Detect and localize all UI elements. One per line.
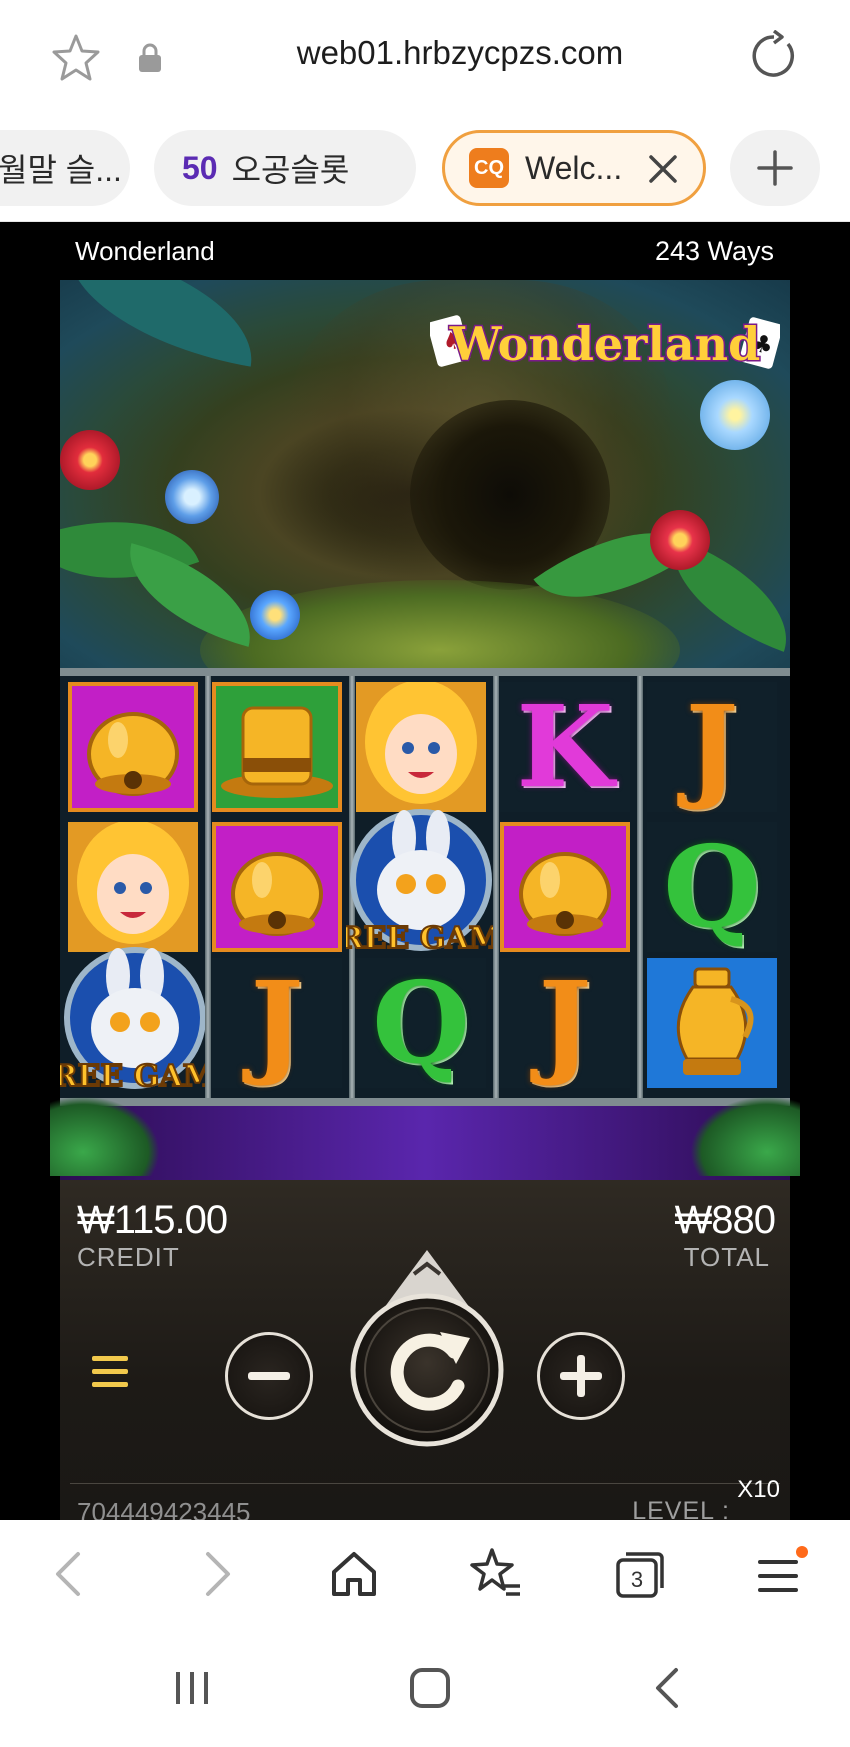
- reel-grid: FREE GAME J: [60, 668, 790, 1106]
- forest-scene: ♠ ♣ Wonderland: [60, 280, 790, 668]
- address-bar: web01.hrbzycpzs.com: [0, 0, 850, 118]
- svg-text:FREE GAME: FREE GAME: [346, 921, 496, 956]
- leaf: [690, 1096, 800, 1176]
- tab-badge: 50: [182, 149, 218, 186]
- k-symbol: K: [500, 682, 630, 813]
- golden-vase-symbol: [647, 958, 777, 1088]
- top-hat-symbol: [212, 682, 342, 812]
- bookmarks-icon[interactable]: [468, 1546, 524, 1602]
- total-label: TOTAL: [683, 1242, 770, 1272]
- home-button-icon[interactable]: [406, 1664, 454, 1712]
- increase-bet-button[interactable]: [537, 1332, 625, 1420]
- decrease-bet-button[interactable]: [225, 1332, 313, 1420]
- new-tab-button[interactable]: [730, 130, 820, 206]
- alice-symbol: [356, 682, 486, 812]
- plus-icon: [757, 150, 793, 186]
- golden-vase-icon: [676, 967, 754, 1075]
- white-rabbit-icon: FREE GAME: [60, 947, 210, 1095]
- tab-label: 오공슬롯: [231, 152, 350, 188]
- reel-divider: [205, 676, 211, 1098]
- rabbit-free-game-symbol: FREE GAME: [60, 946, 210, 1096]
- reel-divider: [493, 676, 499, 1098]
- leaf: [60, 280, 267, 367]
- tab-monthly-slot[interactable]: 월말 슬...: [0, 130, 130, 206]
- butterfly: [165, 470, 219, 524]
- leaf: [50, 1096, 160, 1176]
- top-hat-icon: [221, 706, 333, 798]
- tab-strip: 월말 슬... 50 오공슬롯 CQ Welc...: [0, 118, 850, 222]
- svg-text:3: 3: [631, 1567, 643, 1592]
- j-symbol: J: [212, 958, 342, 1089]
- system-back-icon[interactable]: [644, 1664, 692, 1712]
- j-symbol: J: [500, 958, 630, 1089]
- lock-icon: [139, 43, 161, 72]
- bell-symbol: [68, 682, 198, 812]
- game-title: Wonderland: [75, 236, 215, 266]
- reel-divider: [637, 676, 643, 1098]
- system-navigation-bar: [0, 1628, 850, 1747]
- bell-icon: [519, 852, 611, 936]
- q-symbol: Q: [356, 958, 486, 1089]
- tab-label: 월말 슬...: [0, 152, 122, 188]
- rabbit-free-game-symbol: FREE GAME: [346, 808, 496, 958]
- win-message-bar: [50, 1096, 800, 1180]
- white-rabbit-icon: FREE GAME: [346, 809, 496, 957]
- tab-ogong-slot[interactable]: 50 오공슬롯: [154, 130, 416, 206]
- back-icon[interactable]: [42, 1546, 98, 1602]
- alice-icon: [77, 822, 189, 944]
- total-bet-value: ₩880: [674, 1198, 776, 1242]
- red-flower: [60, 430, 120, 490]
- ways-count: 243 Ways: [654, 236, 774, 266]
- tabs-button[interactable]: 3: [612, 1546, 668, 1602]
- notification-dot: [796, 1546, 808, 1558]
- blue-flower: [700, 380, 770, 450]
- bell-symbol: [212, 822, 342, 952]
- credit-label: CREDIT: [77, 1242, 180, 1272]
- wonderland-logo: ♠ ♣ Wonderland: [430, 315, 780, 373]
- red-flower: [650, 510, 710, 570]
- bell-icon: [87, 712, 179, 796]
- minus-icon: [248, 1372, 290, 1380]
- j-symbol: J: [647, 682, 777, 813]
- bell-icon: [231, 852, 323, 936]
- svg-text:FREE GAME: FREE GAME: [60, 1059, 210, 1094]
- close-tab-icon[interactable]: [647, 153, 679, 185]
- svg-text:Wonderland: Wonderland: [449, 317, 761, 371]
- control-panel: ₩115.00 CREDIT ₩880 TOTAL 704449423445 L…: [60, 1180, 790, 1527]
- browser-bottom-bar: 3: [0, 1520, 850, 1628]
- cq-favicon-icon: CQ: [469, 148, 509, 188]
- tab-label: Welc...: [525, 149, 623, 186]
- spin-button[interactable]: [348, 1248, 506, 1452]
- bookmark-star-icon[interactable]: [50, 32, 102, 84]
- plus-icon: [560, 1355, 602, 1397]
- alice-icon: [365, 682, 477, 804]
- tabs-icon: 3: [616, 1552, 664, 1598]
- slot-game: Wonderland 243 Ways ♠ ♣ Wonderland REE G…: [0, 222, 850, 1527]
- alice-symbol: [68, 822, 198, 952]
- url-text[interactable]: web01.hrbzycpzs.com: [170, 34, 750, 72]
- game-menu-icon[interactable]: [90, 1352, 130, 1392]
- tab-welcome-active[interactable]: CQ Welc...: [442, 130, 706, 206]
- credit-value: ₩115.00: [77, 1198, 228, 1242]
- bell-symbol: [500, 822, 630, 952]
- level-multiplier: X10: [737, 1476, 780, 1503]
- blue-flower: [250, 590, 300, 640]
- divider: [70, 1483, 780, 1484]
- forward-icon[interactable]: [188, 1546, 244, 1602]
- recent-apps-icon[interactable]: [168, 1664, 216, 1712]
- home-icon[interactable]: [326, 1546, 382, 1602]
- menu-icon[interactable]: [752, 1546, 808, 1602]
- reload-icon[interactable]: [748, 30, 800, 82]
- q-symbol: Q: [647, 822, 777, 953]
